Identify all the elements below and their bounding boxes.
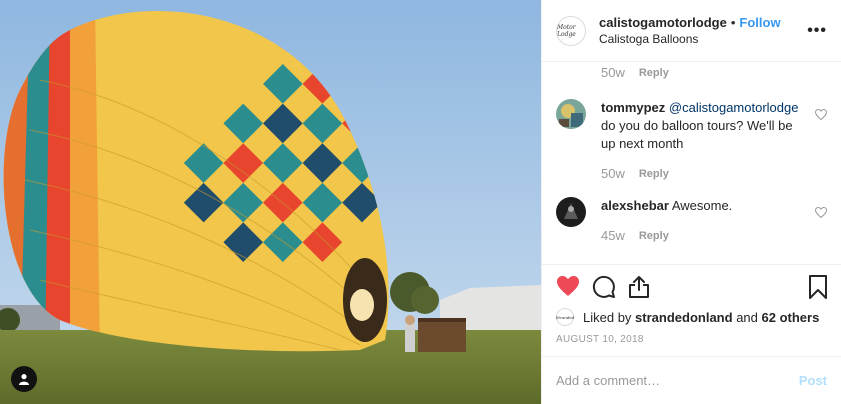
like-comment-heart-icon[interactable] <box>815 109 827 120</box>
owner-username[interactable]: calistogamotorlodge <box>599 15 727 31</box>
post-header: Motor Lodge calistogamotorlodge • Follow… <box>542 0 841 62</box>
like-heart-icon[interactable] <box>556 275 580 297</box>
commenter-avatar[interactable] <box>556 197 586 227</box>
hot-air-balloon-photo <box>0 0 541 404</box>
separator-dot: • <box>730 14 736 30</box>
owner-avatar[interactable]: Motor Lodge <box>556 15 586 46</box>
comments-list[interactable]: 50w Reply tommypez @calistogamotorlodge … <box>542 62 841 264</box>
post-sidebar: Motor Lodge calistogamotorlodge • Follow… <box>541 0 841 404</box>
avatar-photo <box>556 197 586 227</box>
avatar-logo-text: Motor Lodge <box>557 23 576 38</box>
like-comment-heart-icon[interactable] <box>815 207 827 218</box>
commenter-avatar[interactable] <box>556 99 586 129</box>
likes-prefix: Liked by <box>583 309 632 325</box>
share-icon[interactable] <box>628 275 650 299</box>
comment-item: alexshebar Awesome. 45w Reply <box>556 197 827 245</box>
follow-button[interactable]: Follow <box>739 15 780 31</box>
comment-icon[interactable] <box>592 275 616 299</box>
likes-others-link[interactable]: 62 others <box>762 310 820 325</box>
likes-summary: Stranded Liked by strandedonland and 62 … <box>556 308 819 326</box>
liker-avatar[interactable]: Stranded <box>556 308 574 326</box>
comment-username[interactable]: tommypez <box>601 100 665 115</box>
comment-item: 50w Reply <box>556 64 827 82</box>
comment-time: 50w <box>601 166 625 181</box>
reply-button[interactable]: Reply <box>639 227 669 245</box>
comment-text: do you do balloon tours? We'll be up nex… <box>601 118 793 151</box>
liker-username[interactable]: strandedonland <box>635 310 733 325</box>
add-comment-input[interactable]: Add a comment… <box>556 373 799 388</box>
comment-time: 50w <box>601 65 625 80</box>
comment-mention[interactable]: @calistogamotorlodge <box>669 100 799 115</box>
reply-button[interactable]: Reply <box>639 165 669 183</box>
location-link[interactable]: Calistoga Balloons <box>599 31 781 47</box>
likes-and: and <box>736 309 758 325</box>
post-container: Motor Lodge calistogamotorlodge • Follow… <box>0 0 841 404</box>
comment-text: Awesome. <box>671 198 733 213</box>
liker-avatar-text: Stranded <box>555 314 575 320</box>
more-options-icon[interactable]: ••• <box>807 22 827 40</box>
save-bookmark-icon[interactable] <box>809 275 827 299</box>
avatar-photo <box>556 99 586 129</box>
comment-item: tommypez @calistogamotorlodge do you do … <box>556 99 827 183</box>
post-actions: Stranded Liked by strandedonland and 62 … <box>542 264 841 366</box>
tagged-user-button[interactable] <box>11 366 37 392</box>
comment-username[interactable]: alexshebar <box>601 198 669 213</box>
person-icon <box>19 374 29 385</box>
comment-box: Add a comment… Post <box>542 356 841 404</box>
post-comment-button[interactable]: Post <box>799 373 827 388</box>
comment-time: 45w <box>601 228 625 243</box>
post-date: AUGUST 10, 2018 <box>556 334 644 345</box>
reply-button[interactable]: Reply <box>639 64 669 82</box>
post-image[interactable] <box>0 0 541 404</box>
